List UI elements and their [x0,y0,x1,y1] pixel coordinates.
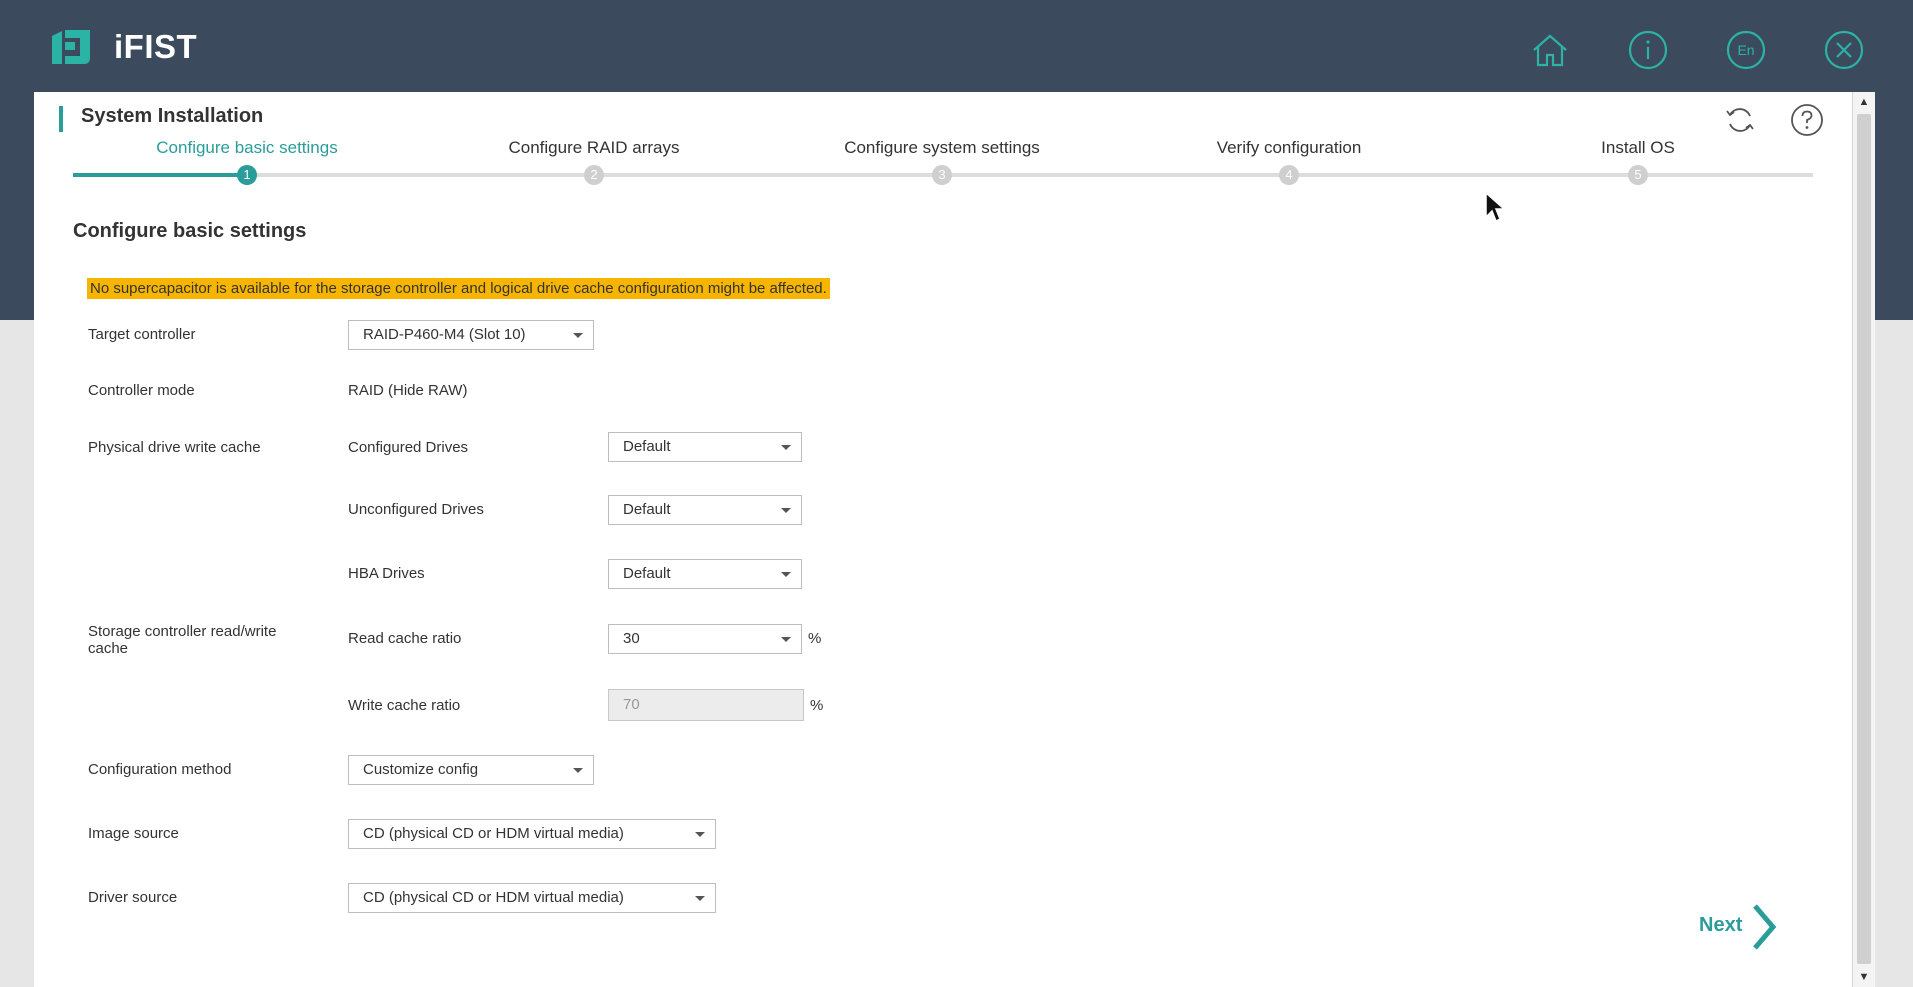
chevron-down-icon [695,896,705,901]
driver-source-label: Driver source [88,889,178,906]
chevron-down-icon [695,832,705,837]
scroll-down-arrow-icon[interactable]: ▼ [1855,969,1873,985]
home-icon[interactable] [1528,28,1572,72]
physical-drive-write-cache-label: Physical drive write cache [88,439,261,456]
scroll-thumb[interactable] [1857,114,1871,964]
section-title: Configure basic settings [73,220,307,242]
image-source-label: Image source [88,825,179,842]
step-marker-5[interactable]: 5 [1628,165,1648,185]
unconfigured-drives-select[interactable]: Default [608,495,802,525]
unconfigured-drives-label: Unconfigured Drives [348,501,484,518]
warning-banner: No supercapacitor is available for the s… [87,278,830,299]
storage-controller-cache-label: Storage controller read/write cache [88,623,277,657]
step-marker-2[interactable]: 2 [584,165,604,185]
hba-drives-value: Default [623,565,671,582]
chevron-down-icon [781,572,791,577]
write-cache-ratio-input: 70 [608,689,804,721]
language-icon[interactable]: En [1724,28,1768,72]
configuration-method-label: Configuration method [88,761,232,778]
help-icon[interactable] [1789,102,1825,138]
target-controller-select[interactable]: RAID-P460-M4 (Slot 10) [348,320,594,350]
read-cache-ratio-select[interactable]: 30 [608,624,802,654]
chevron-down-icon [573,333,583,338]
hba-drives-select[interactable]: Default [608,559,802,589]
driver-source-value: CD (physical CD or HDM virtual media) [363,889,624,906]
chevron-right-icon [1753,904,1777,950]
scroll-up-arrow-icon[interactable]: ▲ [1855,94,1873,110]
driver-source-select[interactable]: CD (physical CD or HDM virtual media) [348,883,716,913]
installation-panel: System Installation Configure basic sett… [34,92,1852,987]
step-marker-1[interactable]: 1 [237,165,257,185]
page-title: System Installation [81,105,264,127]
target-controller-value: RAID-P460-M4 (Slot 10) [363,326,526,343]
unconfigured-drives-value: Default [623,501,671,518]
chevron-down-icon [573,768,583,773]
configured-drives-label: Configured Drives [348,439,469,456]
chevron-down-icon [781,508,791,513]
step-marker-3[interactable]: 3 [932,165,952,185]
write-cache-percent-unit: % [810,697,824,714]
vertical-scrollbar[interactable]: ▲ ▼ [1852,92,1875,987]
step-label-configure-basic-settings[interactable]: Configure basic settings [156,138,337,158]
hba-drives-label: HBA Drives [348,565,425,582]
target-controller-label: Target controller [88,326,196,343]
controller-mode-label: Controller mode [88,382,195,399]
step-label-verify-configuration[interactable]: Verify configuration [1217,138,1362,158]
image-source-value: CD (physical CD or HDM virtual media) [363,825,624,842]
controller-mode-value: RAID (Hide RAW) [348,382,468,399]
chevron-down-icon [781,637,791,642]
ifist-logo-icon [52,30,90,64]
write-cache-ratio-label: Write cache ratio [348,697,461,714]
configuration-method-value: Customize config [363,761,479,778]
progress-track-active [73,173,245,177]
step-label-install-os[interactable]: Install OS [1601,138,1675,158]
read-cache-percent-unit: % [808,630,822,647]
mouse-cursor-icon [1485,191,1506,223]
info-icon[interactable] [1626,28,1670,72]
step-label-configure-system-settings[interactable]: Configure system settings [844,138,1040,158]
configuration-method-select[interactable]: Customize config [348,755,594,785]
step-label-configure-raid-arrays[interactable]: Configure RAID arrays [508,138,679,158]
app-name: iFIST [114,28,198,65]
read-cache-ratio-label: Read cache ratio [348,630,462,647]
svg-text:En: En [1737,42,1754,58]
chevron-down-icon [781,445,791,450]
title-accent-bar [59,106,63,132]
configured-drives-value: Default [623,438,671,455]
read-cache-ratio-value: 30 [623,630,640,647]
image-source-select[interactable]: CD (physical CD or HDM virtual media) [348,819,716,849]
next-button-label: Next [1699,914,1743,936]
refresh-icon[interactable] [1722,102,1758,138]
close-icon[interactable] [1822,28,1866,72]
configured-drives-select[interactable]: Default [608,432,802,462]
step-marker-4[interactable]: 4 [1279,165,1299,185]
